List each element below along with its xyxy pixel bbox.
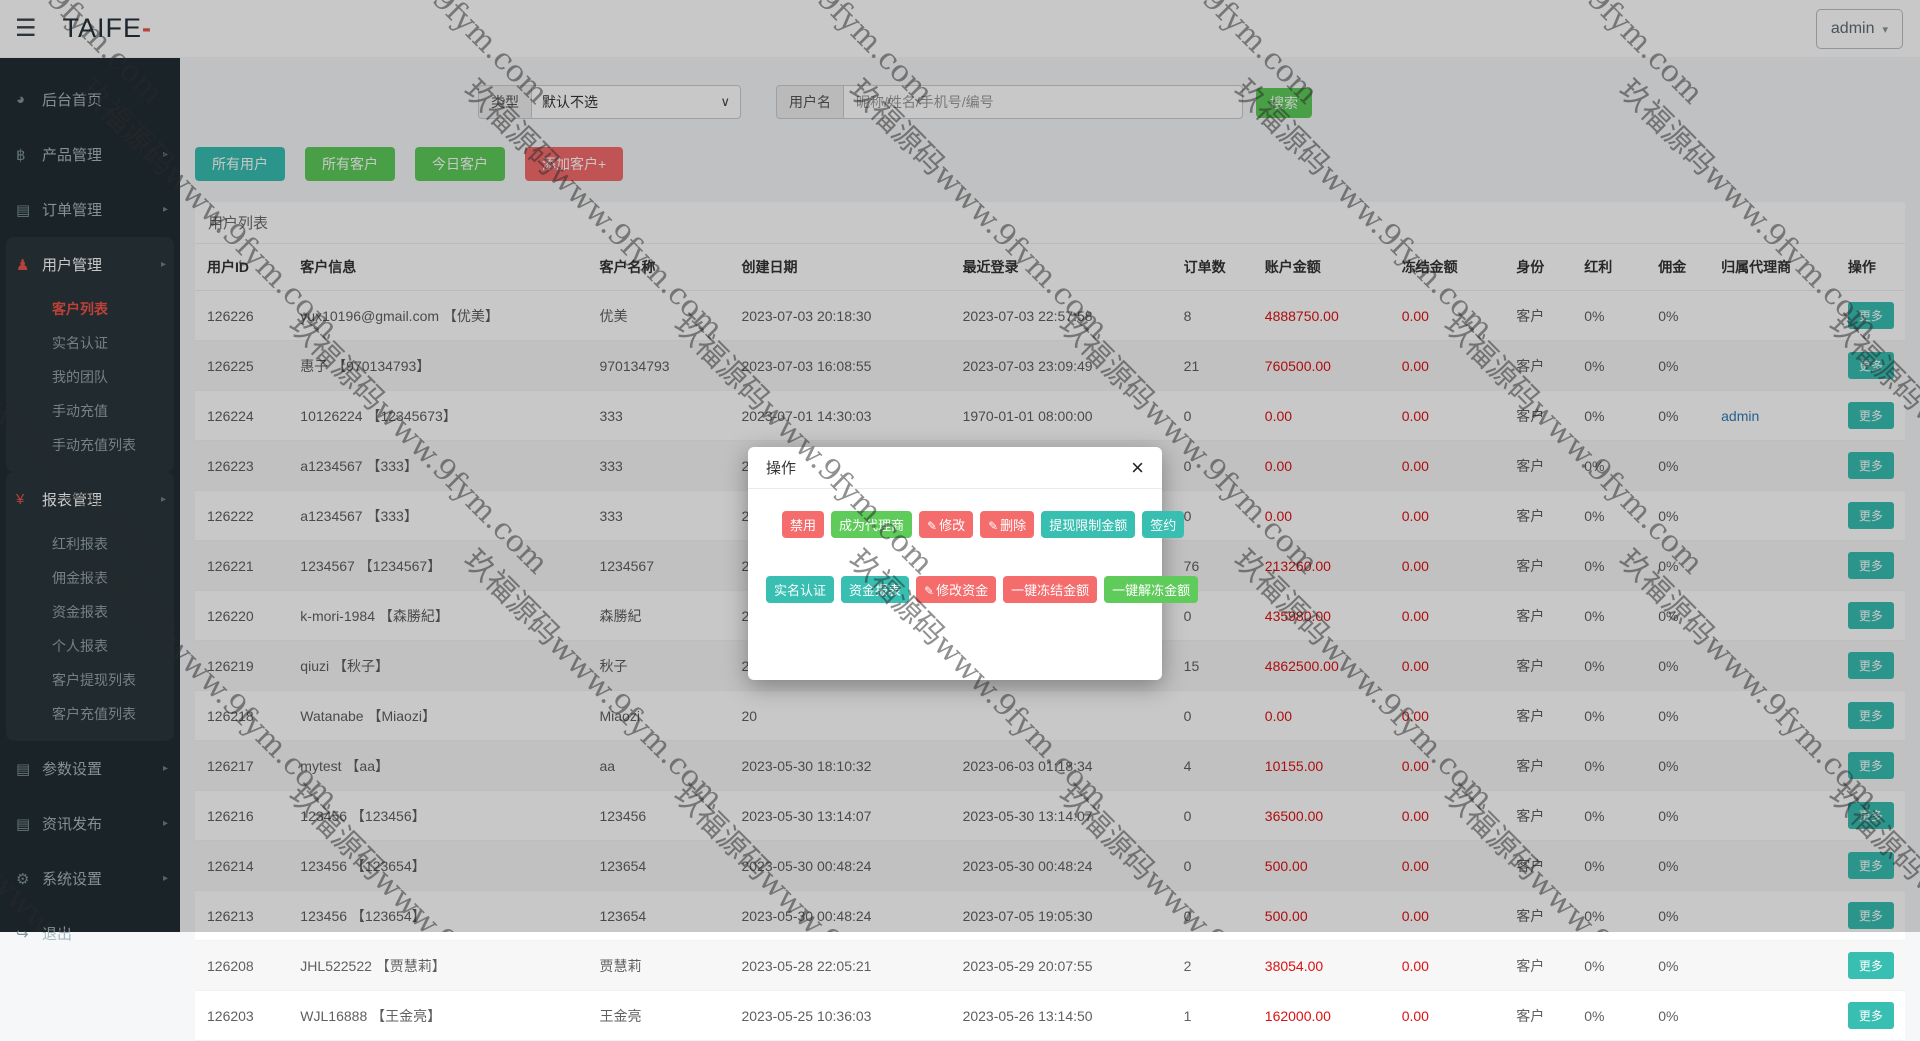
modal-button-一键解冻金额[interactable]: 一键解冻金额 bbox=[1104, 576, 1198, 603]
modal-title: 操作 bbox=[766, 457, 796, 478]
cell-id: 126203 bbox=[195, 991, 288, 1041]
modal-button-修改[interactable]: ✎修改 bbox=[919, 511, 973, 538]
pencil-icon: ✎ bbox=[924, 584, 934, 598]
more-button[interactable]: 更多 bbox=[1848, 952, 1894, 979]
modal-button-label: 一键解冻金额 bbox=[1112, 583, 1190, 598]
cell-agent bbox=[1709, 991, 1836, 1041]
table-row: 126203WJL16888 【王金亮】王金亮2023-05-25 10:36:… bbox=[195, 991, 1905, 1041]
cell-action: 更多 bbox=[1836, 991, 1905, 1041]
modal-button-label: 实名认证 bbox=[774, 583, 826, 598]
cell-frozen: 0.00 bbox=[1390, 991, 1505, 1041]
modal-button-实名认证[interactable]: 实名认证 bbox=[766, 576, 834, 603]
table-row: 126208JHL522522 【贾慧莉】贾慧莉2023-05-28 22:05… bbox=[195, 941, 1905, 991]
close-icon[interactable]: × bbox=[1131, 457, 1144, 479]
action-modal: 操作 × 禁用成为代理商✎修改✎删除提现限制金额签约 实名认证资金报表✎修改资金… bbox=[748, 447, 1162, 680]
modal-header: 操作 × bbox=[748, 447, 1162, 489]
modal-button-资金报表[interactable]: 资金报表 bbox=[841, 576, 909, 603]
modal-button-label: 资金报表 bbox=[849, 583, 901, 598]
modal-button-label: 签约 bbox=[1150, 518, 1176, 533]
cell-commission: 0% bbox=[1646, 941, 1709, 991]
pencil-icon: ✎ bbox=[988, 519, 998, 533]
cell-info: JHL522522 【贾慧莉】 bbox=[288, 941, 587, 991]
modal-button-row-1: 禁用成为代理商✎修改✎删除提现限制金额签约 bbox=[782, 511, 1154, 538]
modal-button-label: 禁用 bbox=[790, 518, 816, 533]
cell-created: 2023-05-25 10:36:03 bbox=[729, 991, 950, 1041]
cell-frozen: 0.00 bbox=[1390, 941, 1505, 991]
modal-button-label: 提现限制金额 bbox=[1049, 518, 1127, 533]
cell-role: 客户 bbox=[1504, 941, 1572, 991]
cell-id: 126208 bbox=[195, 941, 288, 991]
cell-last_login: 2023-05-26 13:14:50 bbox=[951, 991, 1172, 1041]
modal-button-label: 一键冻结金额 bbox=[1011, 583, 1089, 598]
cell-last_login: 2023-05-29 20:07:55 bbox=[951, 941, 1172, 991]
modal-button-label: 修改 bbox=[939, 518, 965, 533]
cell-orders: 2 bbox=[1172, 941, 1253, 991]
cell-bonus: 0% bbox=[1572, 941, 1646, 991]
modal-button-label: 修改资金 bbox=[936, 583, 988, 598]
cell-info: WJL16888 【王金亮】 bbox=[288, 991, 587, 1041]
modal-button-label: 成为代理商 bbox=[839, 518, 904, 533]
cell-orders: 1 bbox=[1172, 991, 1253, 1041]
pencil-icon: ✎ bbox=[927, 519, 937, 533]
more-button[interactable]: 更多 bbox=[1848, 1002, 1894, 1029]
modal-button-删除[interactable]: ✎删除 bbox=[980, 511, 1034, 538]
modal-button-label: 删除 bbox=[1000, 518, 1026, 533]
cell-created: 2023-05-28 22:05:21 bbox=[729, 941, 950, 991]
modal-button-修改资金[interactable]: ✎修改资金 bbox=[916, 576, 996, 603]
cell-agent bbox=[1709, 941, 1836, 991]
cell-balance: 162000.00 bbox=[1253, 991, 1390, 1041]
cell-role: 客户 bbox=[1504, 991, 1572, 1041]
modal-button-签约[interactable]: 签约 bbox=[1142, 511, 1184, 538]
cell-name: 王金亮 bbox=[587, 991, 729, 1041]
modal-button-成为代理商[interactable]: 成为代理商 bbox=[831, 511, 912, 538]
cell-action: 更多 bbox=[1836, 941, 1905, 991]
cell-bonus: 0% bbox=[1572, 991, 1646, 1041]
cell-name: 贾慧莉 bbox=[587, 941, 729, 991]
modal-button-提现限制金额[interactable]: 提现限制金额 bbox=[1041, 511, 1135, 538]
modal-button-一键冻结金额[interactable]: 一键冻结金额 bbox=[1003, 576, 1097, 603]
modal-button-row-2: 实名认证资金报表✎修改资金一键冻结金额一键解冻金额 bbox=[766, 576, 1154, 603]
cell-balance: 38054.00 bbox=[1253, 941, 1390, 991]
modal-button-禁用[interactable]: 禁用 bbox=[782, 511, 824, 538]
cell-commission: 0% bbox=[1646, 991, 1709, 1041]
